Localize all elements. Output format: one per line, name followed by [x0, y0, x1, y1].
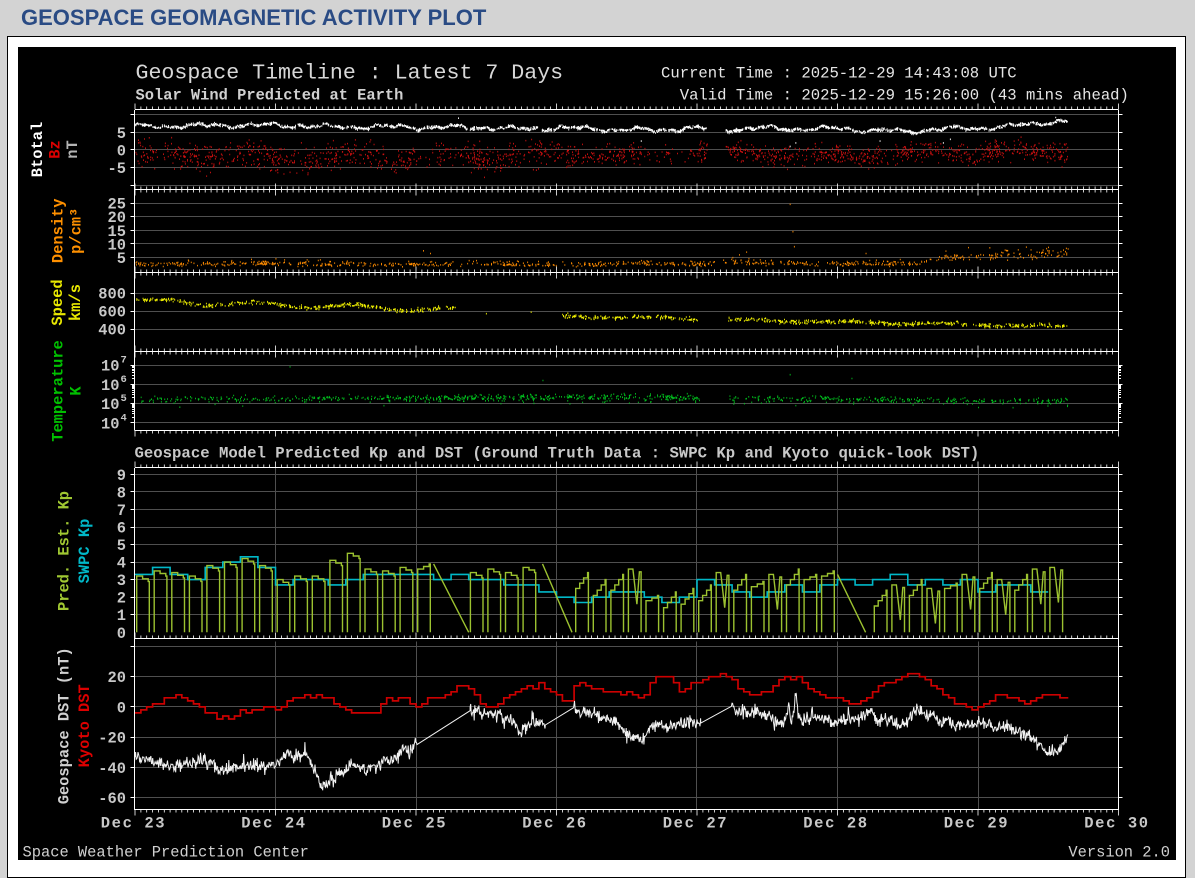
svg-text:Current Time : 2025-12-29 14:4: Current Time : 2025-12-29 14:43:08 UTC: [661, 65, 1017, 83]
svg-text:Bz: Bz: [47, 140, 65, 158]
svg-text:Dec 25: Dec 25: [382, 815, 447, 833]
svg-text:Dec 29: Dec 29: [944, 815, 1009, 833]
svg-text:Dec 24: Dec 24: [241, 815, 306, 833]
svg-text:Solar Wind Predicted at Earth: Solar Wind Predicted at Earth: [136, 87, 404, 105]
svg-text:nT: nT: [64, 140, 82, 158]
svg-text:K: K: [68, 386, 86, 396]
svg-text:5: 5: [117, 537, 126, 555]
svg-text:SWPC Kp: SWPC Kp: [76, 519, 94, 584]
svg-text:4: 4: [121, 413, 127, 425]
svg-text:6: 6: [121, 374, 127, 386]
svg-text:Space Weather Prediction Cente: Space Weather Prediction Center: [23, 844, 309, 861]
svg-text:800: 800: [98, 286, 126, 304]
svg-text:Version 2.0: Version 2.0: [1068, 844, 1170, 861]
svg-text:5: 5: [117, 125, 126, 143]
svg-text:Density: Density: [50, 198, 68, 263]
svg-text:Dec 28: Dec 28: [803, 815, 868, 833]
svg-text:8: 8: [117, 484, 126, 502]
svg-text:Speed: Speed: [49, 279, 67, 325]
svg-text:Valid Time : 2025-12-29 15:26:: Valid Time : 2025-12-29 15:26:00 (43 min…: [661, 87, 1129, 105]
svg-text:10: 10: [101, 416, 119, 434]
svg-text:10: 10: [101, 396, 119, 414]
svg-text:10: 10: [101, 377, 119, 395]
svg-text:6: 6: [117, 520, 126, 538]
svg-text:400: 400: [98, 322, 126, 340]
svg-text:600: 600: [98, 304, 126, 322]
svg-text:0: 0: [117, 625, 126, 643]
svg-text:Pred. Est. Kp: Pred. Est. Kp: [56, 491, 74, 611]
svg-text:km/s: km/s: [67, 284, 85, 321]
svg-text:Btotal: Btotal: [29, 122, 47, 177]
svg-text:5: 5: [121, 393, 127, 405]
svg-text:Dec 26: Dec 26: [522, 815, 587, 833]
svg-text:Geospace DST (nT): Geospace DST (nT): [56, 647, 74, 804]
svg-text:0: 0: [117, 699, 126, 717]
svg-text:Dec 23: Dec 23: [101, 815, 166, 833]
svg-text:3: 3: [117, 572, 126, 590]
svg-text:7: 7: [121, 355, 127, 367]
svg-text:-40: -40: [98, 760, 126, 778]
svg-text:9: 9: [117, 467, 126, 485]
svg-text:Geospace Timeline : Latest 7 D: Geospace Timeline : Latest 7 Days: [136, 62, 564, 86]
svg-text:7: 7: [117, 502, 126, 520]
svg-text:Kyoto DST: Kyoto DST: [76, 684, 94, 767]
svg-text:1: 1: [117, 607, 126, 625]
svg-text:10: 10: [101, 358, 119, 376]
svg-text:0: 0: [117, 142, 126, 160]
svg-text:Geospace Model Predicted Kp an: Geospace Model Predicted Kp and DST (Gro…: [135, 445, 980, 463]
svg-text:2: 2: [117, 590, 126, 608]
svg-text:-20: -20: [98, 730, 126, 748]
svg-text:Temperature: Temperature: [50, 340, 68, 442]
svg-text:p/cm³: p/cm³: [68, 208, 86, 254]
svg-text:20: 20: [108, 669, 126, 687]
svg-text:4: 4: [117, 555, 126, 573]
svg-text:-60: -60: [98, 790, 126, 808]
svg-text:Dec 27: Dec 27: [663, 815, 728, 833]
svg-text:Dec 30: Dec 30: [1084, 815, 1149, 833]
svg-text:-5: -5: [108, 160, 126, 178]
svg-text:5: 5: [117, 250, 126, 268]
